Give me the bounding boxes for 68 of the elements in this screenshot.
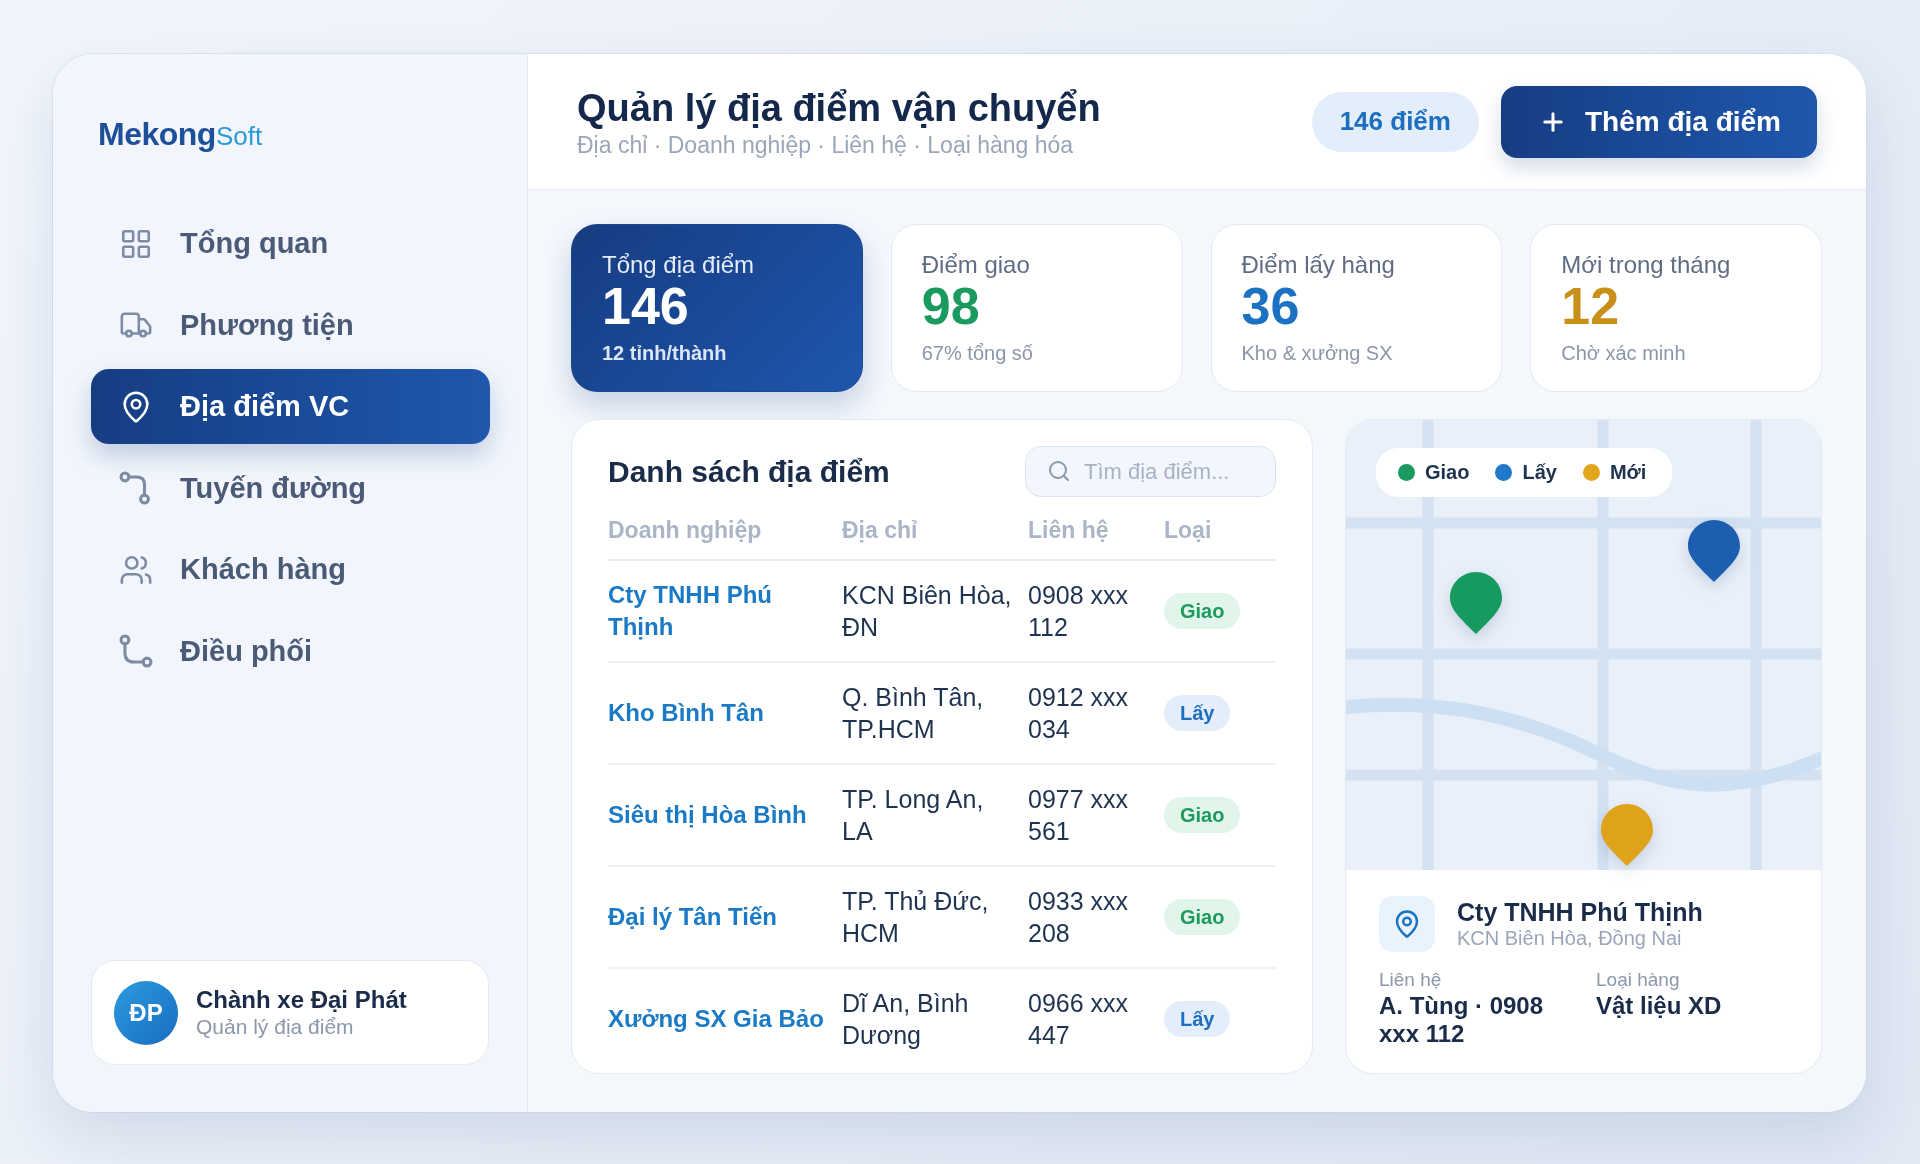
stat-label: Điểm lấy hàng xyxy=(1241,251,1395,279)
user-card[interactable]: ĐP Chành xe Đại Phát Quản lý địa điểm xyxy=(91,960,489,1065)
address-cell-text: KCN Biên Hòa, ĐN xyxy=(842,580,1013,643)
detail-title: Cty TNHH Phú Thịnh xyxy=(1457,898,1703,926)
type-tag: Giao xyxy=(1164,797,1241,833)
address-cell-text: Dĩ An, Bình Dương xyxy=(842,988,970,1051)
add-location-button[interactable]: Thêm địa điểm xyxy=(1500,85,1817,158)
company-link[interactable]: Đại lý Tân Tiến xyxy=(608,901,777,933)
app-logo: MekongSoft xyxy=(98,116,263,154)
page-subtitle: Địa chỉ · Doanh nghiệp · Liên hệ · Loại hàng hóa xyxy=(577,130,1074,159)
stat-note: 12 tỉnh/thành xyxy=(602,341,727,365)
column-header: Địa chỉ xyxy=(842,516,918,545)
field-value: Vật liệu XD xyxy=(1596,992,1723,1020)
legend-label: Mới xyxy=(1609,461,1647,484)
company-link[interactable]: Cty TNHH Phú Thịnh xyxy=(608,579,842,643)
detail-address: KCN Biên Hòa, Đồng Nai xyxy=(1457,926,1682,950)
contact-cell-text: 0912 xxx 034 xyxy=(1028,682,1130,745)
contact-cell-text: 0933 xxx 208 xyxy=(1028,886,1130,949)
user-avatar: ĐP xyxy=(114,980,178,1045)
nav-item[interactable]: Địa điểm VC xyxy=(91,369,490,444)
stat-note: 67% tổng số xyxy=(921,341,1033,365)
stat-value: 98 xyxy=(921,279,980,333)
count-badge: 146 điểm xyxy=(1311,91,1479,152)
location-pin-icon xyxy=(1379,896,1435,952)
contact-cell-text: 0977 xxx 561 xyxy=(1028,784,1130,847)
nav-item[interactable]: Tuyến đường xyxy=(91,450,490,526)
contact-cell-text: 0908 xxx 112 xyxy=(1028,580,1130,643)
route-icon xyxy=(119,471,153,505)
user-role: Quản lý địa điểm xyxy=(196,1013,355,1040)
company-link[interactable]: Kho Bình Tân xyxy=(608,697,764,729)
stat-value: 36 xyxy=(1241,279,1300,333)
nav-item[interactable]: Khách hàng xyxy=(91,532,490,607)
stat-label: Điểm giao xyxy=(921,251,1030,279)
stat-value: 146 xyxy=(602,279,689,333)
column-header: Liên hệ xyxy=(1028,516,1109,545)
map-pin-icon[interactable] xyxy=(1688,520,1740,582)
nav-item[interactable]: Điều phối xyxy=(91,613,490,689)
address-cell-text: TP. Thủ Đức, HCM xyxy=(842,886,990,949)
search-icon xyxy=(1047,459,1071,483)
stat-label: Mới trong tháng xyxy=(1561,251,1731,279)
table-title: Danh sách địa điểm xyxy=(608,454,890,489)
column-header: Loại xyxy=(1164,516,1212,545)
map-pin-icon[interactable] xyxy=(1450,572,1502,634)
stat-value: 12 xyxy=(1561,279,1620,333)
nav-item[interactable]: Phương tiện xyxy=(91,287,490,363)
search-field[interactable]: Tìm địa điểm... xyxy=(1025,446,1276,497)
legend-label: Lấy xyxy=(1522,461,1557,484)
field-value: A. Tùng · 0908 xxx 112 xyxy=(1379,992,1545,1048)
path-icon xyxy=(119,634,153,668)
user-name: Chành xe Đại Phát xyxy=(196,985,407,1014)
address-cell-text: Q. Bình Tân, TP.HCM xyxy=(842,682,985,745)
nav-item[interactable]: Tổng quan xyxy=(91,206,490,281)
type-tag: Giao xyxy=(1164,899,1241,935)
field-label: Loại hàng xyxy=(1596,968,1681,992)
type-tag: Lấy xyxy=(1164,1001,1231,1037)
type-tag: Lấy xyxy=(1164,695,1231,731)
contact-cell-text: 0966 xxx 447 xyxy=(1028,988,1130,1051)
company-link[interactable]: Siêu thị Hòa Bình xyxy=(608,799,807,831)
type-tag: Giao xyxy=(1164,593,1241,629)
address-cell-text: TP. Long An, LA xyxy=(842,784,985,847)
stat-note: Kho & xưởng SX xyxy=(1241,341,1393,365)
company-link[interactable]: Xưởng SX Gia Bảo xyxy=(608,1003,824,1035)
stat-note: Chờ xác minh xyxy=(1561,341,1686,365)
field-label: Liên hệ xyxy=(1379,968,1443,992)
stat-label: Tổng địa điểm xyxy=(602,251,755,279)
page-title: Quản lý địa điểm vận chuyển xyxy=(577,85,1101,131)
legend-label: Giao xyxy=(1425,461,1470,484)
column-header: Doanh nghiệp xyxy=(608,516,762,545)
